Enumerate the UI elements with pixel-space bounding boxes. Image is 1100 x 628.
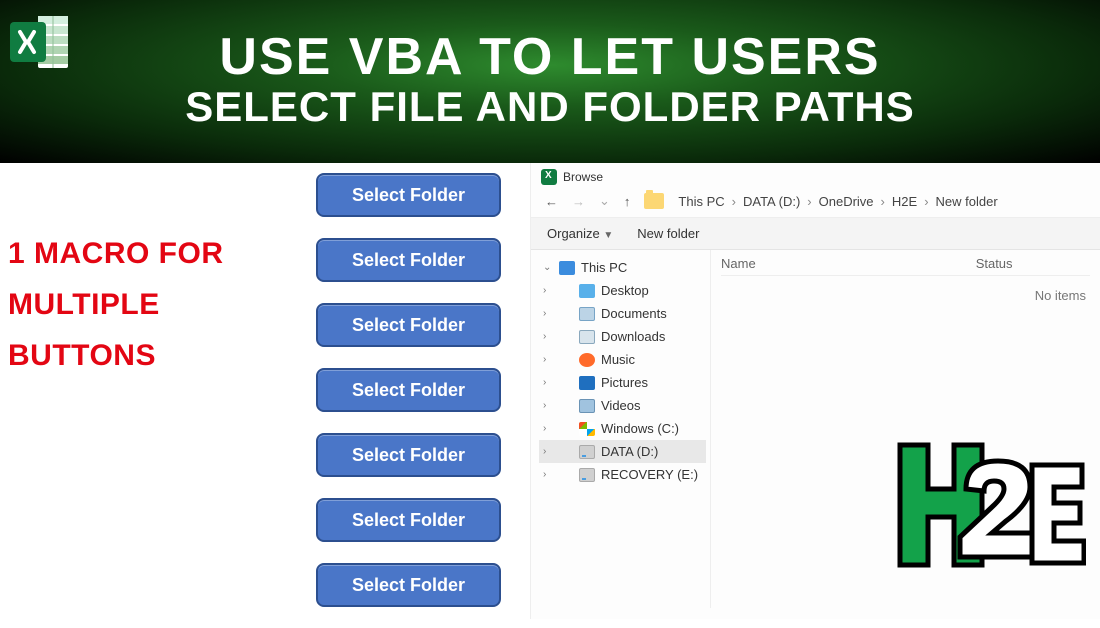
tree-caret-icon[interactable]: › [543, 469, 553, 480]
tree-item-icon [579, 353, 595, 367]
breadcrumb-segment[interactable]: OneDrive [819, 194, 874, 209]
new-folder-button[interactable]: New folder [637, 226, 699, 241]
tree-item-label: DATA (D:) [601, 444, 658, 459]
title-banner: USE VBA TO LET USERS SELECT FILE AND FOL… [0, 0, 1100, 163]
breadcrumb-segment[interactable]: H2E [892, 194, 917, 209]
tree-item-icon [579, 399, 595, 413]
tree-item[interactable]: › Documents [539, 302, 706, 325]
nav-forward-button[interactable]: → [572, 194, 585, 209]
tree-item-label: This PC [581, 260, 627, 275]
chevron-down-icon: ▼ [603, 230, 613, 241]
h2e-logo [896, 437, 1086, 580]
select-folder-button-column: Select Folder Select Folder Select Folder S… [316, 173, 501, 628]
tree-item-label: Windows (C:) [601, 421, 679, 436]
tree-item-label: Pictures [601, 375, 648, 390]
macro-note-line: BUTTONS [8, 330, 224, 381]
folder-icon [644, 193, 664, 209]
tree-item-label: RECOVERY (E:) [601, 467, 698, 482]
nav-up-button[interactable]: ↑ [624, 194, 631, 209]
tree-caret-icon[interactable]: › [543, 423, 553, 434]
tree-caret-icon[interactable]: › [543, 308, 553, 319]
title-line-1: USE VBA TO LET USERS [219, 31, 880, 83]
select-folder-button[interactable]: Select Folder [316, 433, 501, 477]
tree-item-icon [559, 261, 575, 275]
file-list-pane: Name Status No items [711, 250, 1100, 608]
tree-item-icon [579, 376, 595, 390]
select-folder-button[interactable]: Select Folder [316, 238, 501, 282]
macro-note-line: 1 MACRO FOR [8, 228, 224, 279]
tree-caret-icon[interactable]: › [543, 354, 553, 365]
tree-item-label: Documents [601, 306, 667, 321]
macro-note-line: MULTIPLE [8, 279, 224, 330]
tree-item-icon [579, 330, 595, 344]
tree-item-icon [579, 422, 595, 436]
empty-list-label: No items [721, 276, 1090, 303]
select-folder-button[interactable]: Select Folder [316, 368, 501, 412]
tree-item[interactable]: ⌄ This PC [539, 256, 706, 279]
tree-item-icon [579, 284, 595, 298]
tree-item-icon [579, 307, 595, 321]
folder-tree: ⌄ This PC › Desktop › Documents › Downloads › Mus… [531, 250, 711, 608]
tree-item[interactable]: › Desktop [539, 279, 706, 302]
tree-caret-icon[interactable]: › [543, 377, 553, 388]
tree-item-icon [579, 468, 595, 482]
tree-item[interactable]: › Videos [539, 394, 706, 417]
nav-dropdown-icon[interactable]: ⌄ [599, 193, 610, 209]
breadcrumb[interactable]: This PC DATA (D:) OneDrive H2E New folder [678, 194, 997, 209]
excel-icon [8, 12, 72, 77]
tree-caret-icon[interactable]: › [543, 285, 553, 296]
tree-caret-icon[interactable]: ⌄ [543, 262, 553, 273]
column-header-status[interactable]: Status [976, 256, 1013, 271]
tree-caret-icon[interactable]: › [543, 331, 553, 342]
tree-item[interactable]: › Pictures [539, 371, 706, 394]
select-folder-button[interactable]: Select Folder [316, 173, 501, 217]
column-header-name[interactable]: Name [721, 256, 756, 271]
title-line-2: SELECT FILE AND FOLDER PATHS [185, 83, 915, 131]
tree-caret-icon[interactable]: › [543, 446, 553, 457]
dialog-title: Browse [563, 170, 603, 184]
tree-item[interactable]: › Downloads [539, 325, 706, 348]
breadcrumb-segment[interactable]: This PC [678, 194, 724, 209]
tree-item-label: Videos [601, 398, 641, 413]
file-browser-dialog: Browse ← → ⌄ ↑ This PC DATA (D:) OneDrive H… [530, 163, 1100, 619]
tree-item-label: Downloads [601, 329, 665, 344]
tree-item-icon [579, 445, 595, 459]
tree-item[interactable]: › Music [539, 348, 706, 371]
tree-item-label: Desktop [601, 283, 649, 298]
nav-back-button[interactable]: ← [545, 194, 558, 209]
tree-item[interactable]: › RECOVERY (E:) [539, 463, 706, 486]
tree-caret-icon[interactable]: › [543, 400, 553, 411]
select-folder-button[interactable]: Select Folder [316, 498, 501, 542]
breadcrumb-segment[interactable]: New folder [936, 194, 998, 209]
select-folder-button[interactable]: Select Folder [316, 303, 501, 347]
excel-mini-icon [541, 169, 557, 185]
tree-item-label: Music [601, 352, 635, 367]
tree-item[interactable]: › DATA (D:) [539, 440, 706, 463]
select-folder-button[interactable]: Select Folder [316, 563, 501, 607]
breadcrumb-segment[interactable]: DATA (D:) [743, 194, 800, 209]
tree-item[interactable]: › Windows (C:) [539, 417, 706, 440]
organize-menu[interactable]: Organize ▼ [547, 226, 613, 241]
macro-note: 1 MACRO FOR MULTIPLE BUTTONS [8, 228, 224, 381]
